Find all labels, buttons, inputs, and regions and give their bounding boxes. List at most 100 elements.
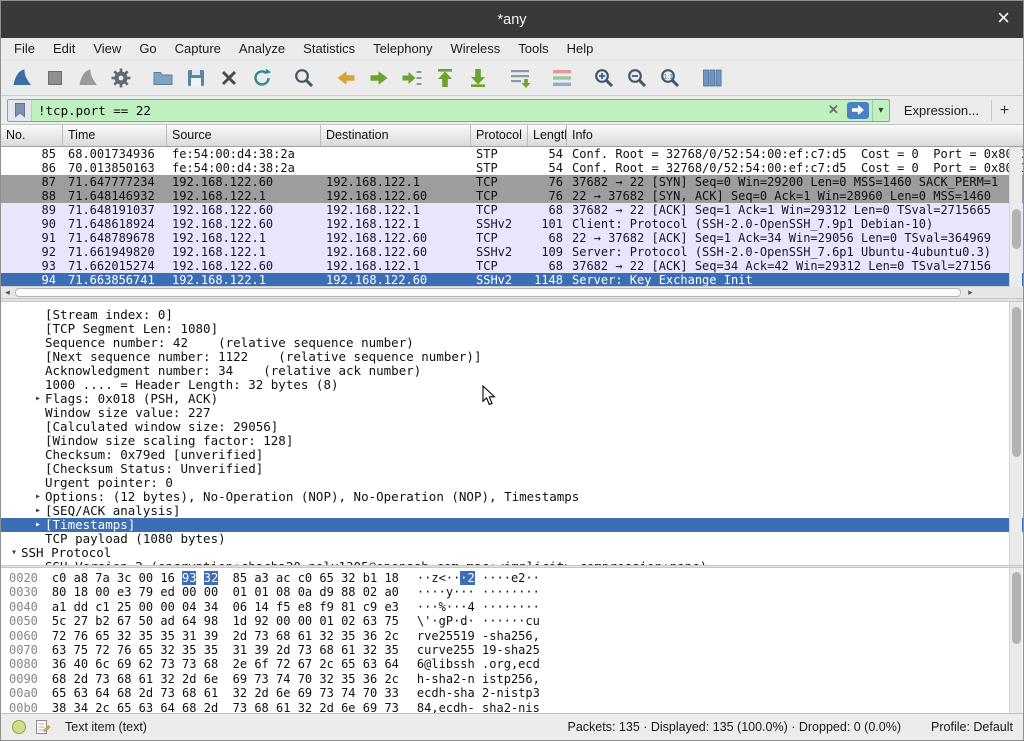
menu-capture[interactable]: Capture: [166, 38, 230, 59]
detail-line[interactable]: [Next sequence number: 1122 (relative se…: [1, 350, 1023, 364]
menu-go[interactable]: Go: [130, 38, 165, 59]
filter-apply-button[interactable]: [847, 102, 869, 119]
capture-start-icon[interactable]: [9, 65, 35, 91]
vscroll-thumb[interactable]: [1012, 307, 1021, 457]
colorize-icon[interactable]: [549, 65, 575, 91]
hex-row-00a0[interactable]: 00a065 63 64 68 2d 73 68 61 32 2d 6e 69 …: [9, 686, 1023, 700]
column-header-time[interactable]: Time: [63, 125, 167, 146]
menu-tools[interactable]: Tools: [509, 38, 557, 59]
filter-clear-icon[interactable]: ✕: [820, 102, 847, 118]
column-header-no[interactable]: No.: [1, 125, 63, 146]
packet-list-hscrollbar[interactable]: ◂ ▸: [1, 286, 1023, 298]
packet-row-87[interactable]: 8771.647777234192.168.122.60192.168.122.…: [1, 175, 1023, 189]
packet-row-90[interactable]: 9071.648618924192.168.122.60192.168.122.…: [1, 217, 1023, 231]
hex-row-0070[interactable]: 007063 75 72 76 65 32 35 35 31 39 2d 73 …: [9, 643, 1023, 657]
profile-button[interactable]: Profile: Default: [931, 720, 1013, 734]
file-close-icon[interactable]: [216, 65, 242, 91]
detail-line[interactable]: [Checksum Status: Unverified]: [1, 462, 1023, 476]
detail-line[interactable]: Checksum: 0x79ed [unverified]: [1, 448, 1023, 462]
expander-collapsed-icon[interactable]: ▸: [31, 504, 45, 518]
zoom-out-icon[interactable]: [624, 65, 650, 91]
hex-row-0090[interactable]: 009068 2d 73 68 61 32 2d 6e 69 73 74 70 …: [9, 672, 1023, 686]
hex-row-0040[interactable]: 0040a1 dd c1 25 00 00 04 34 06 14 f5 e8 …: [9, 600, 1023, 614]
detail-line[interactable]: [Window size scaling factor: 128]: [1, 434, 1023, 448]
detail-line[interactable]: ▸Flags: 0x018 (PSH, ACK): [1, 392, 1023, 406]
packet-row-92[interactable]: 9271.661949820192.168.122.1192.168.122.6…: [1, 245, 1023, 259]
expander-collapsed-icon[interactable]: ▸: [31, 490, 45, 504]
menu-view[interactable]: View: [84, 38, 130, 59]
bytes-vscrollbar[interactable]: [1009, 568, 1022, 715]
detail-line[interactable]: 1000 .... = Header Length: 32 bytes (8): [1, 378, 1023, 392]
hscroll-right-arrow-icon[interactable]: ▸: [964, 287, 977, 298]
vscroll-thumb[interactable]: [1012, 209, 1021, 249]
detail-line[interactable]: ▸Options: (12 bytes), No-Operation (NOP)…: [1, 490, 1023, 504]
hex-row-0060[interactable]: 006072 76 65 32 35 35 31 39 2d 73 68 61 …: [9, 629, 1023, 643]
packet-row-88[interactable]: 8871.648146932192.168.122.1192.168.122.6…: [1, 189, 1023, 203]
column-header-source[interactable]: Source: [167, 125, 321, 146]
go-forward-icon[interactable]: [366, 65, 392, 91]
file-save-icon[interactable]: [183, 65, 209, 91]
expander-expanded-icon[interactable]: ▾: [7, 546, 21, 560]
menu-telephony[interactable]: Telephony: [364, 38, 441, 59]
display-filter-input[interactable]: !tcp.port == 22 ✕ ▾: [7, 99, 890, 122]
title-bar[interactable]: *any ×: [1, 1, 1023, 38]
menu-analyze[interactable]: Analyze: [230, 38, 294, 59]
column-header-destination[interactable]: Destination: [321, 125, 471, 146]
zoom-original-icon[interactable]: 1:1: [657, 65, 683, 91]
hex-row-0080[interactable]: 008036 40 6c 69 62 73 73 68 2e 6f 72 67 …: [9, 657, 1023, 671]
capture-restart-icon[interactable]: [75, 65, 101, 91]
vscroll-thumb[interactable]: [1012, 572, 1021, 644]
details-vscrollbar[interactable]: [1009, 302, 1022, 565]
go-back-icon[interactable]: [333, 65, 359, 91]
hscroll-thumb[interactable]: [15, 288, 961, 297]
menu-edit[interactable]: Edit: [44, 38, 84, 59]
go-bottom-icon[interactable]: [465, 65, 491, 91]
menu-help[interactable]: Help: [558, 38, 603, 59]
filter-dropdown-icon[interactable]: ▾: [872, 100, 889, 121]
detail-line[interactable]: [Stream index: 0]: [1, 308, 1023, 322]
detail-line[interactable]: Acknowledgment number: 34 (relative ack …: [1, 364, 1023, 378]
go-to-packet-icon[interactable]: [399, 65, 425, 91]
expression-button[interactable]: Expression...: [904, 103, 979, 118]
detail-line[interactable]: Sequence number: 42 (relative sequence n…: [1, 336, 1023, 350]
zoom-in-icon[interactable]: [591, 65, 617, 91]
packet-row-91[interactable]: 9171.648789678192.168.122.1192.168.122.6…: [1, 231, 1023, 245]
packet-row-94[interactable]: 9471.663856741192.168.122.1192.168.122.6…: [1, 273, 1023, 287]
find-packet-icon[interactable]: [291, 65, 317, 91]
hex-row-0030[interactable]: 003080 18 00 e3 79 ed 00 00 01 01 08 0a …: [9, 585, 1023, 599]
expander-collapsed-icon[interactable]: ▸: [31, 518, 45, 532]
capture-comment-icon[interactable]: [35, 719, 51, 735]
hscroll-left-arrow-icon[interactable]: ◂: [1, 287, 14, 298]
file-open-icon[interactable]: [150, 65, 176, 91]
packet-list-vscrollbar[interactable]: [1009, 147, 1022, 287]
detail-line[interactable]: ▸[SEQ/ACK analysis]: [1, 504, 1023, 518]
packet-row-93[interactable]: 9371.662015274192.168.122.60192.168.122.…: [1, 259, 1023, 273]
detail-line[interactable]: TCP payload (1080 bytes): [1, 532, 1023, 546]
detail-line[interactable]: [TCP Segment Len: 1080]: [1, 322, 1023, 336]
column-header-protocol[interactable]: Protocol: [471, 125, 528, 146]
packet-row-89[interactable]: 8971.648191037192.168.122.60192.168.122.…: [1, 203, 1023, 217]
resize-columns-icon[interactable]: [699, 65, 725, 91]
menu-file[interactable]: File: [5, 38, 44, 59]
menu-wireless[interactable]: Wireless: [441, 38, 509, 59]
go-top-icon[interactable]: [432, 65, 458, 91]
hex-row-0050[interactable]: 00505c 27 b2 67 50 ad 64 98 1d 92 00 00 …: [9, 614, 1023, 628]
detail-line[interactable]: ▾SSH Protocol: [1, 546, 1023, 560]
detail-line[interactable]: ▸[Timestamps]: [1, 518, 1023, 532]
window-close-button[interactable]: ×: [997, 6, 1010, 30]
add-filter-button[interactable]: +: [991, 100, 1017, 121]
detail-line[interactable]: Urgent pointer: 0: [1, 476, 1023, 490]
detail-line[interactable]: [Calculated window size: 29056]: [1, 420, 1023, 434]
filter-bookmark-icon[interactable]: [8, 100, 32, 121]
column-header-length[interactable]: Length: [528, 125, 567, 146]
capture-options-icon[interactable]: [108, 65, 134, 91]
expander-collapsed-icon[interactable]: ▸: [31, 392, 45, 406]
menu-statistics[interactable]: Statistics: [294, 38, 364, 59]
hex-row-0020[interactable]: 0020c0 a8 7a 3c 00 16 93 32 85 a3 ac c0 …: [9, 571, 1023, 585]
autoscroll-icon[interactable]: [507, 65, 533, 91]
column-header-info[interactable]: Info: [567, 125, 1023, 146]
packet-row-86[interactable]: 8670.013850163fe:54:00:d4:38:2aSTP54Conf…: [1, 161, 1023, 175]
packet-row-85[interactable]: 8568.001734936fe:54:00:d4:38:2aSTP54Conf…: [1, 147, 1023, 161]
reload-icon[interactable]: [249, 65, 275, 91]
expert-info-icon[interactable]: [11, 719, 27, 735]
